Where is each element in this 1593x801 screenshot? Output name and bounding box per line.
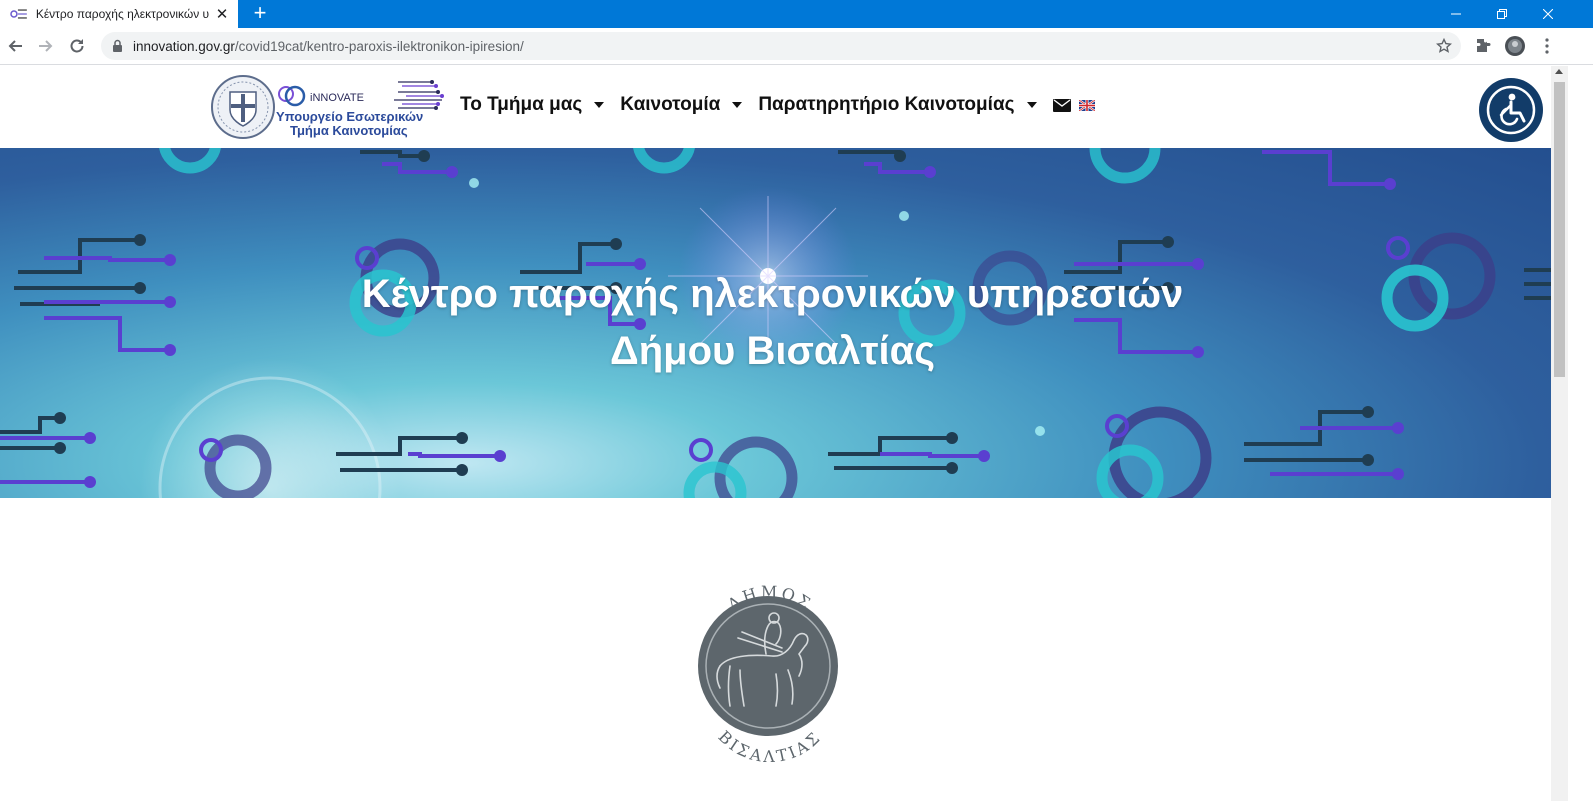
coat-of-arms-icon — [211, 75, 275, 139]
nav-item-innovation[interactable]: Καινοτομία — [620, 94, 743, 116]
web-page: iNNOVATE Υπουργείο Εσωτερικών Τμήμα Καιν… — [0, 66, 1551, 801]
logo-brand-text: iNNOVATE — [310, 92, 364, 104]
page-title-line-1: Κέντρο παροχής ηλεκτρονικών υπηρεσιών — [361, 272, 1184, 316]
caret-down-icon — [594, 102, 605, 108]
hero-banner: Κέντρο παροχής ηλεκτρονικών υπηρεσιών Δή… — [0, 148, 1551, 498]
municipality-emblem: ΔΗΜΟΣ ΒΙΣΑΛΤΙΑΣ — [698, 582, 838, 766]
favicon-icon — [10, 9, 27, 19]
window-close-icon[interactable] — [1525, 0, 1571, 28]
nav-item-department[interactable]: Το Τμήμα μας — [460, 94, 605, 116]
minimize-icon[interactable] — [1433, 0, 1479, 28]
site-header: iNNOVATE Υπουργείο Εσωτερικών Τμήμα Καιν… — [0, 66, 1551, 148]
logo-ministry-text: Υπουργείο Εσωτερικών — [276, 109, 423, 124]
reload-icon[interactable] — [64, 33, 90, 59]
mail-icon[interactable] — [1052, 98, 1071, 112]
lock-icon[interactable] — [112, 39, 123, 52]
active-tab[interactable]: Κέντρο παροχής ηλεκτρονικών υ ✕ — [0, 0, 238, 28]
uk-flag-icon[interactable] — [1078, 99, 1095, 111]
page-title-line-2: Δήμου Βισαλτίας — [609, 329, 936, 373]
scrollbar-thumb[interactable] — [1554, 82, 1565, 377]
profile-avatar-icon[interactable] — [1503, 34, 1527, 58]
extensions-icon[interactable] — [1471, 34, 1495, 58]
more-menu-icon[interactable] — [1535, 34, 1559, 58]
page-title: Κέντρο παροχής ηλεκτρονικών υπηρεσιών Δή… — [0, 266, 1545, 380]
address-bar[interactable]: innovation.gov.gr/covid19cat/kentro-paro… — [101, 32, 1461, 60]
page-scrollbar[interactable] — [1551, 66, 1568, 801]
nav-item-observatory[interactable]: Παρατηρητήριο Καινοτομίας — [758, 94, 1037, 116]
scroll-up-icon[interactable] — [1555, 69, 1563, 74]
nav-item-label: Καινοτομία — [620, 94, 721, 115]
tab-title: Κέντρο παροχής ηλεκτρονικών υ — [35, 7, 210, 21]
forward-arrow-icon[interactable] — [33, 33, 59, 59]
star-icon[interactable] — [1436, 38, 1452, 54]
url-path: /covid19cat/kentro-paroxis-ilektronikon-… — [234, 39, 524, 54]
url-host: innovation.gov.gr — [133, 39, 235, 54]
url-text[interactable]: innovation.gov.gr/covid19cat/kentro-paro… — [133, 39, 524, 54]
main-nav: Το Τμήμα μας Καινοτομία Παρατηρητήριο Κα… — [460, 94, 1095, 116]
accessibility-icon[interactable] — [1479, 78, 1543, 142]
logo-department-text: Τμήμα Καινοτομίας — [290, 123, 408, 138]
browser-toolbar: innovation.gov.gr/covid19cat/kentro-paro… — [0, 28, 1593, 65]
site-logo[interactable]: iNNOVATE Υπουργείο Εσωτερικών Τμήμα Καιν… — [210, 74, 445, 140]
nav-item-label: Παρατηρητήριο Καινοτομίας — [758, 94, 1015, 115]
restore-icon[interactable] — [1479, 0, 1525, 28]
caret-down-icon — [732, 102, 743, 108]
nav-item-label: Το Τμήμα μας — [460, 94, 583, 115]
close-icon[interactable]: ✕ — [214, 5, 230, 23]
back-arrow-icon[interactable] — [2, 33, 28, 59]
tab-strip: Κέντρο παροχής ηλεκτρονικών υ ✕ + — [0, 0, 1593, 28]
plus-icon[interactable]: + — [248, 2, 272, 26]
caret-down-icon — [1026, 102, 1037, 108]
